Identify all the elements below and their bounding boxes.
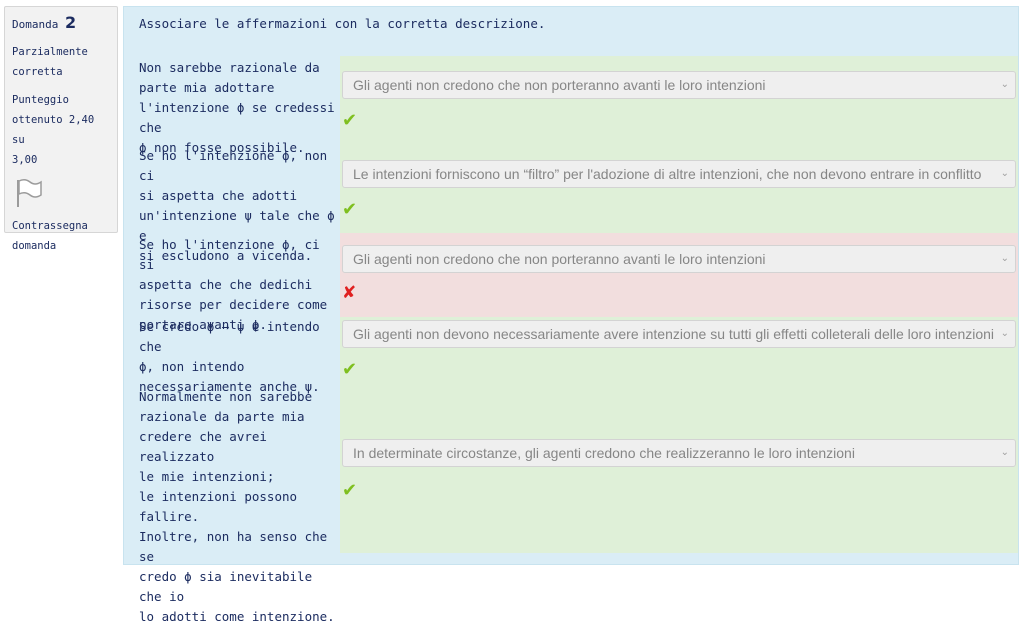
answer-cell: Gli agenti non credono che non porterann…: [340, 233, 1018, 317]
flag-label-2[interactable]: domanda: [12, 236, 110, 256]
match-row: Normalmente non sarebbe razionale da par…: [124, 387, 1018, 624]
answer-select[interactable]: Gli agenti non credono che non porterann…: [342, 245, 1016, 273]
status-line-2: corretta: [12, 66, 63, 78]
match-row: Non sarebbe razionale da parte mia adott…: [124, 56, 1018, 155]
check-icon: ✔: [342, 359, 358, 380]
question-state: Parzialmente corretta: [12, 42, 110, 82]
chevron-down-icon: ⌄: [1000, 253, 1009, 264]
statement-text: Se credo ϕ → ψ e intendo che ϕ, non inte…: [139, 319, 320, 394]
question-prompt: Associare le affermazioni con la corrett…: [139, 16, 546, 31]
flag-label-1[interactable]: Contrassegna: [12, 216, 110, 236]
flag-question-button[interactable]: Contrassegna domanda: [12, 170, 110, 256]
answer-select[interactable]: In determinate circostanze, gli agenti c…: [342, 439, 1016, 467]
check-icon: ✔: [342, 199, 358, 220]
answer-cell: Gli agenti non devono necessariamente av…: [340, 317, 1018, 387]
answer-select[interactable]: Le intenzioni forniscono un “filtro” per…: [342, 160, 1016, 188]
chevron-down-icon: ⌄: [1000, 168, 1009, 179]
question-number-line: Domanda 2: [12, 13, 110, 32]
question-content: Associare le affermazioni con la corrett…: [123, 6, 1019, 624]
chevron-down-icon: ⌄: [1000, 447, 1009, 458]
question-number: 2: [64, 13, 77, 32]
grade-line-3: 3,00: [12, 154, 38, 166]
question-grade: Punteggio ottenuto 2,40 su 3,00: [12, 90, 110, 170]
answer-select[interactable]: Gli agenti non credono che non porterann…: [342, 71, 1016, 99]
question-info-panel: Domanda 2 Parzialmente corretta Punteggi…: [4, 6, 118, 252]
answer-cell: Gli agenti non credono che non porterann…: [340, 56, 1018, 144]
answer-cell: Le intenzioni forniscono un “filtro” per…: [340, 144, 1018, 233]
match-row: Se credo ϕ → ψ e intendo che ϕ, non inte…: [124, 317, 1018, 394]
grade-line-2: ottenuto 2,40 su: [12, 114, 95, 146]
chevron-down-icon: ⌄: [1000, 79, 1009, 90]
check-icon: ✔: [342, 110, 358, 131]
match-row: Se ho l'intenzione ϕ, ci si aspetta che …: [124, 233, 1018, 332]
flag-icon[interactable]: [14, 178, 46, 208]
answer-select[interactable]: Gli agenti non devono necessariamente av…: [342, 320, 1016, 348]
answer-cell: In determinate circostanze, gli agenti c…: [340, 387, 1018, 553]
check-icon: ✔: [342, 480, 358, 501]
chevron-down-icon: ⌄: [1000, 328, 1009, 339]
status-line-1: Parzialmente: [12, 46, 88, 58]
question-label: Domanda: [12, 18, 59, 31]
statement-text: Normalmente non sarebbe razionale da par…: [139, 389, 335, 624]
grade-line-1: Punteggio: [12, 94, 69, 106]
match-row: Se ho l'intenzione ϕ, non ci si aspetta …: [124, 144, 1018, 263]
statement-text: Non sarebbe razionale da parte mia adott…: [139, 60, 335, 155]
cross-icon: ✘: [342, 283, 357, 303]
